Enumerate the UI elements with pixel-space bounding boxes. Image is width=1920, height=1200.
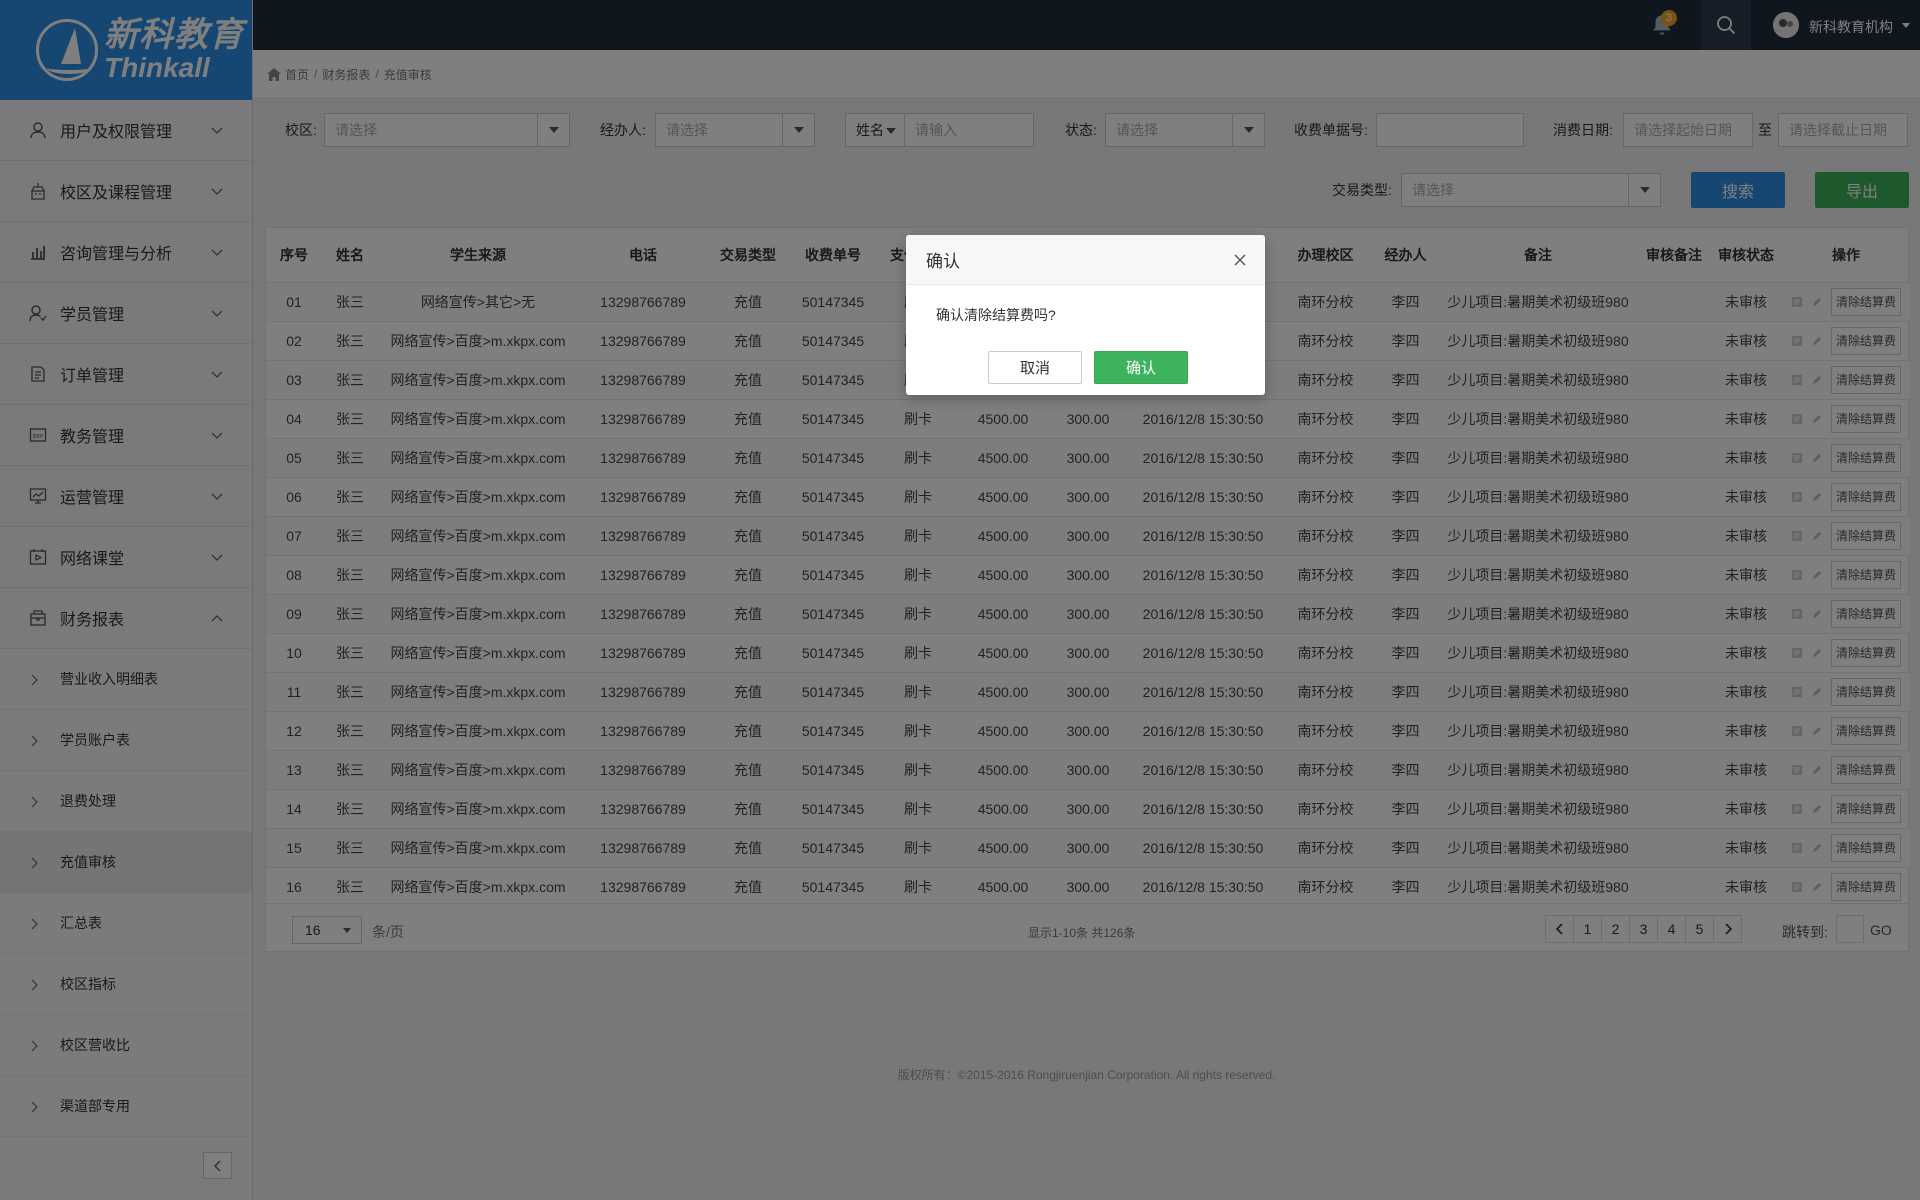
dialog-header: 确认 bbox=[906, 235, 1265, 285]
confirm-dialog: 确认 确认清除结算费吗? 取消 确认 bbox=[906, 235, 1265, 395]
dialog-message: 确认清除结算费吗? bbox=[936, 307, 1056, 323]
cancel-button[interactable]: 取消 bbox=[988, 351, 1082, 384]
dialog-actions: 取消 确认 bbox=[988, 351, 1188, 384]
modal-backdrop[interactable] bbox=[0, 0, 1920, 1200]
close-button[interactable] bbox=[1225, 245, 1255, 275]
confirm-button[interactable]: 确认 bbox=[1094, 351, 1188, 384]
dialog-title: 确认 bbox=[926, 252, 960, 271]
close-icon bbox=[1234, 254, 1246, 265]
